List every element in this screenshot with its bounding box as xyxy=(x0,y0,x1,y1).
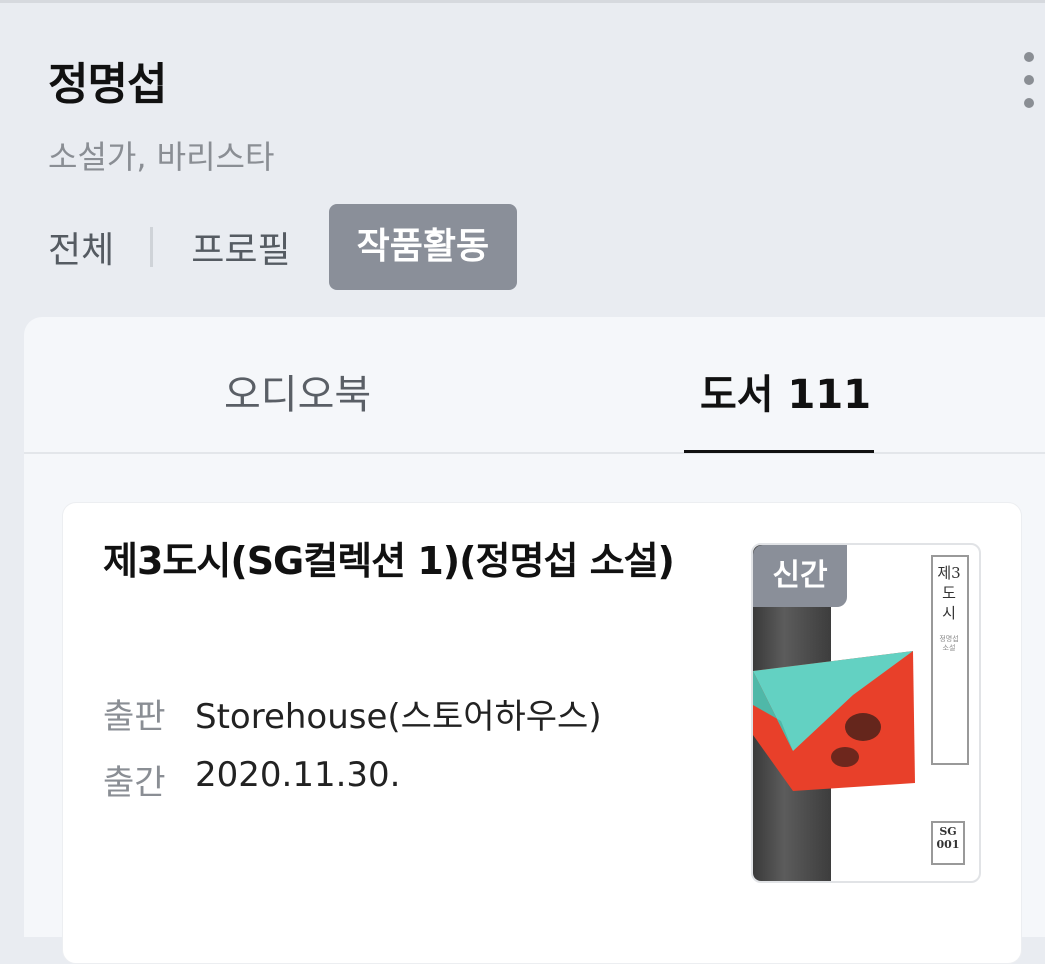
subtab-books[interactable]: 도서 111 xyxy=(700,362,871,420)
cover-title: 제3도시 xyxy=(937,564,961,622)
book-card[interactable]: 제3도시(SG컬렉션 1)(정명섭 소설) 출판 Storehouse(스토어하… xyxy=(62,502,1022,964)
tab-profile[interactable]: 프로필 xyxy=(191,221,290,273)
publish-date-row: 출간 2020.11.30. xyxy=(103,755,400,804)
new-release-badge: 신간 xyxy=(753,545,847,607)
book-title[interactable]: 제3도시(SG컬렉션 1)(정명섭 소설) xyxy=(103,533,703,589)
cover-series-mark: SG 001 xyxy=(931,821,965,865)
cover-author: 정명섭 소설 xyxy=(939,635,959,652)
publish-date-label: 출간 xyxy=(103,763,166,803)
more-vertical-icon[interactable] xyxy=(1018,52,1040,108)
author-name: 정명섭 xyxy=(48,59,167,110)
author-roles: 소설가, 바리스타 xyxy=(48,138,275,176)
publisher-value: Storehouse(스토어하우스) xyxy=(195,697,602,737)
tab-works[interactable]: 작품활동 xyxy=(328,204,518,290)
book-cover[interactable]: 제3도시 정명섭 소설 SG 001 신간 xyxy=(751,543,981,883)
tab-divider xyxy=(150,227,154,267)
top-divider xyxy=(0,0,1045,3)
publish-date-value: 2020.11.30. xyxy=(195,755,401,795)
works-panel: 오디오북 도서 111 제3도시(SG컬렉션 1)(정명섭 소설) 출판 Sto… xyxy=(24,317,1045,964)
subtab-audiobook[interactable]: 오디오북 xyxy=(224,362,371,420)
active-subtab-underline xyxy=(684,450,874,453)
profile-tabs: 전체 프로필 작품활동 xyxy=(48,204,518,290)
tab-all[interactable]: 전체 xyxy=(48,221,114,273)
publisher-row: 출판 Storehouse(스토어하우스) xyxy=(103,689,602,738)
publisher-label: 출판 xyxy=(103,697,166,737)
works-subtabs: 오디오북 도서 111 xyxy=(24,317,1045,454)
